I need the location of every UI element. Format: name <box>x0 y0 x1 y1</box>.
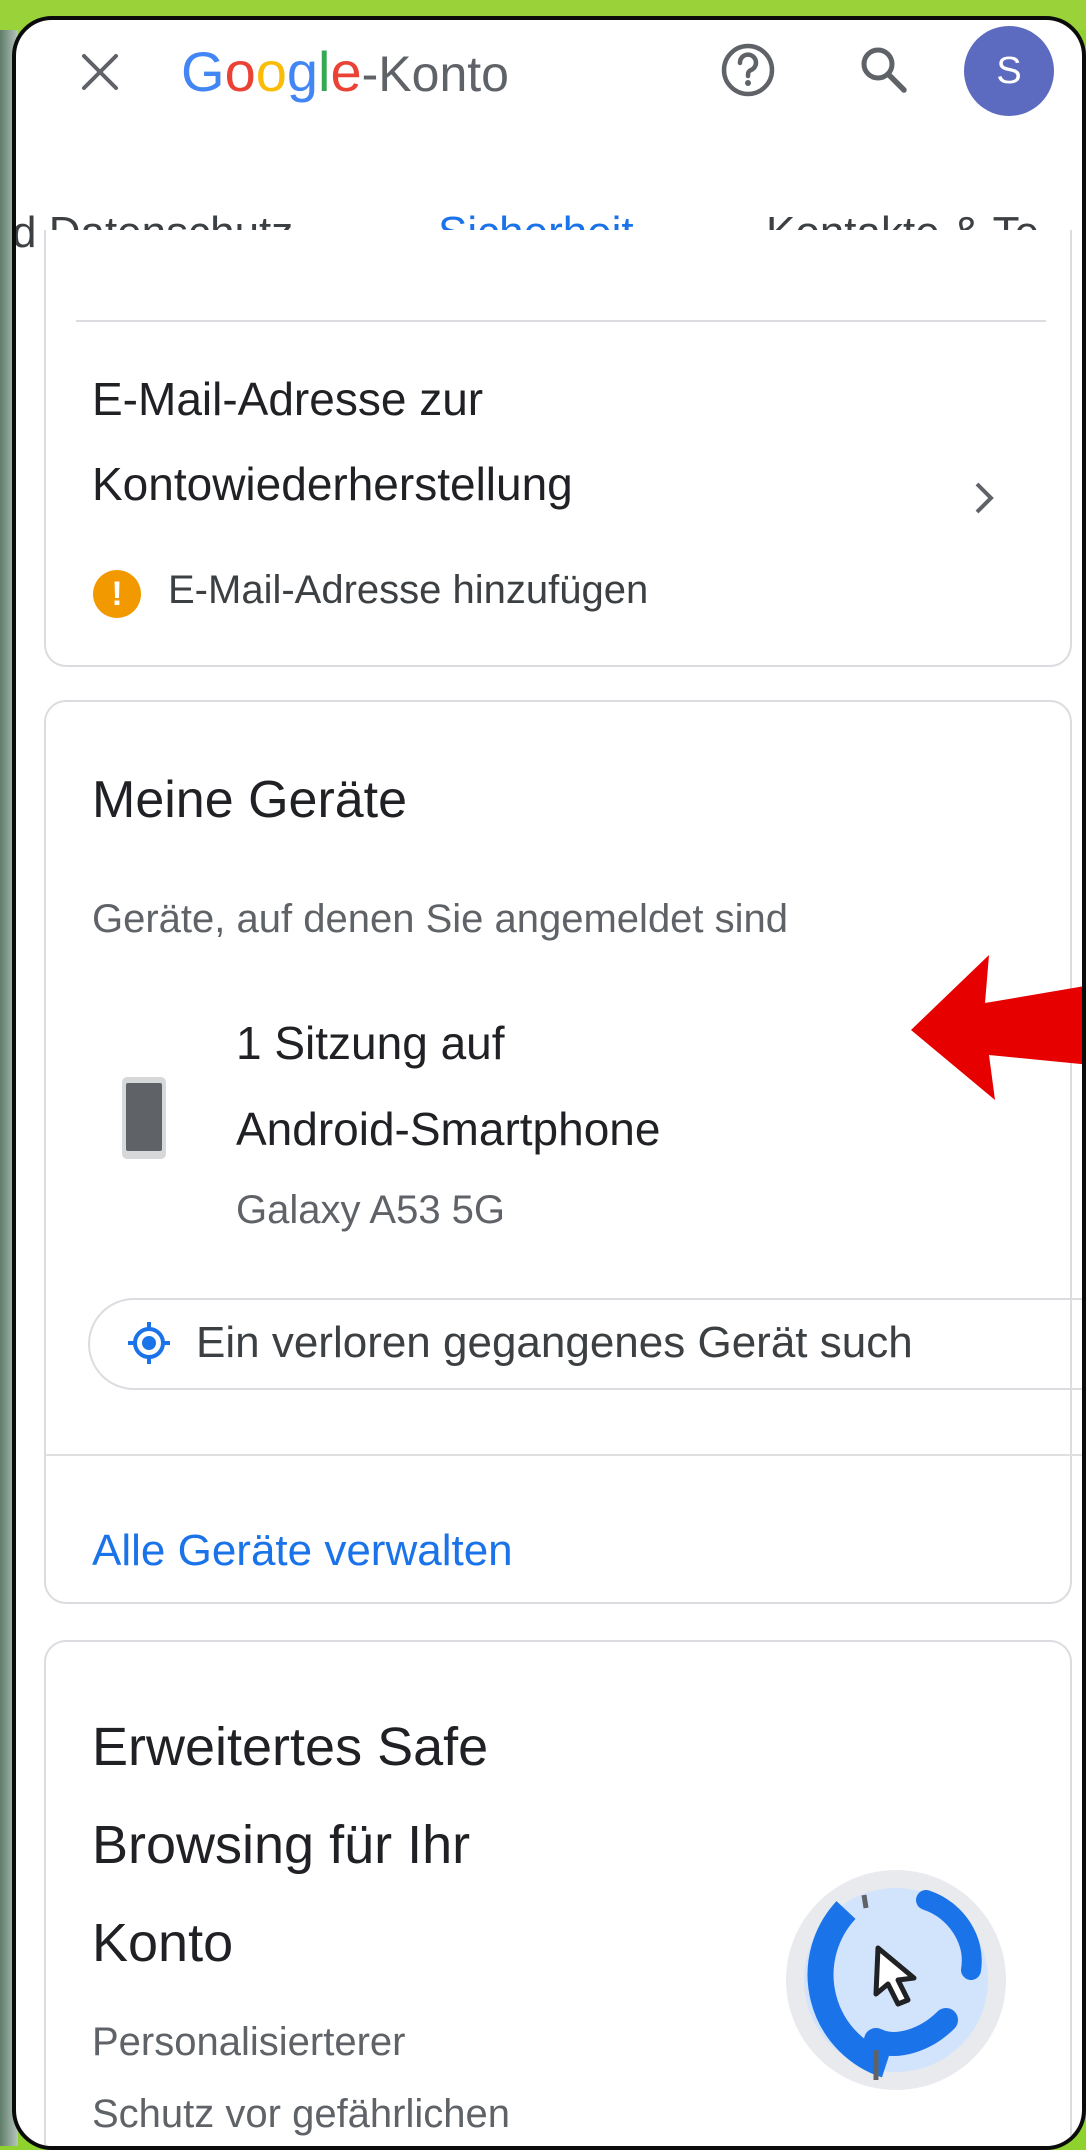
smartphone-icon <box>122 1077 166 1159</box>
help-icon[interactable] <box>716 38 780 102</box>
safe-browsing-desc-line1: Personalisierterer <box>92 2020 406 2064</box>
chevron-right-icon <box>975 482 994 514</box>
phone-screen: Google-Konto S d Datenschutz Sicherheit … <box>12 16 1086 2150</box>
close-icon[interactable] <box>78 50 122 94</box>
recovery-email-title-line2: Kontowiederherstellung <box>92 458 573 510</box>
device-model: Galaxy A53 5G <box>236 1188 506 1232</box>
red-annotation-arrow <box>911 955 1082 1100</box>
safe-browsing-title-line3: Konto <box>92 1913 234 1973</box>
avatar[interactable]: S <box>964 26 1054 116</box>
device-session-line1[interactable]: 1 Sitzung auf <box>236 1016 505 1070</box>
app-header: Google-Konto S <box>16 20 1082 132</box>
search-icon[interactable] <box>856 42 912 98</box>
recovery-email-warning: E-Mail-Adresse hinzufügen <box>168 568 649 612</box>
recovery-email-title-line1: E-Mail-Adresse zur <box>92 373 484 425</box>
manage-devices-link[interactable]: Alle Geräte verwalten <box>92 1526 513 1576</box>
devices-title: Meine Geräte <box>92 771 408 829</box>
header-title: -Konto <box>361 46 509 102</box>
location-icon <box>128 1322 170 1364</box>
find-device-label[interactable]: Ein verloren gegangenes Gerät such <box>196 1318 913 1368</box>
google-account-logo: Google-Konto <box>181 40 509 103</box>
divider <box>76 320 1046 322</box>
safe-browsing-title-line2: Browsing für Ihr <box>92 1815 471 1875</box>
divider <box>46 1454 1082 1456</box>
devices-subtitle: Geräte, auf denen Sie angemeldet sind <box>92 897 789 941</box>
safe-browsing-title-line1: Erweitertes Safe <box>92 1717 489 1777</box>
safe-browsing-desc-line2: Schutz vor gefährlichen <box>92 2092 511 2136</box>
warning-icon: ! <box>93 570 141 618</box>
device-session-line2[interactable]: Android-Smartphone <box>236 1102 660 1156</box>
safe-browsing-illustration <box>786 1870 1006 2090</box>
